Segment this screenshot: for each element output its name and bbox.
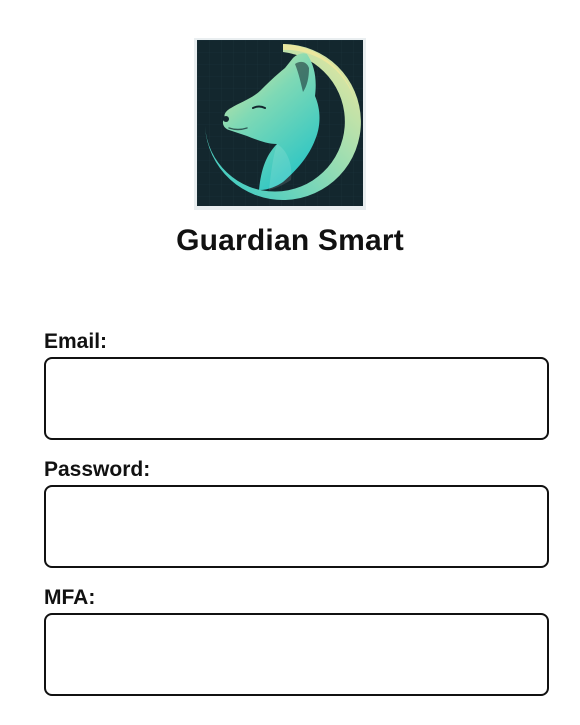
password-label: Password: [44,458,151,481]
login-form: Email: Password: MFA: [44,328,550,712]
email-label: Email: [44,330,108,353]
mfa-label: MFA: [44,586,96,609]
password-input[interactable] [44,485,549,568]
mfa-input[interactable] [44,613,549,696]
email-input[interactable] [44,357,549,440]
logo-container [194,38,366,210]
wolf-moon-logo-icon [197,40,363,206]
app-title: Guardian Smart [176,224,404,257]
